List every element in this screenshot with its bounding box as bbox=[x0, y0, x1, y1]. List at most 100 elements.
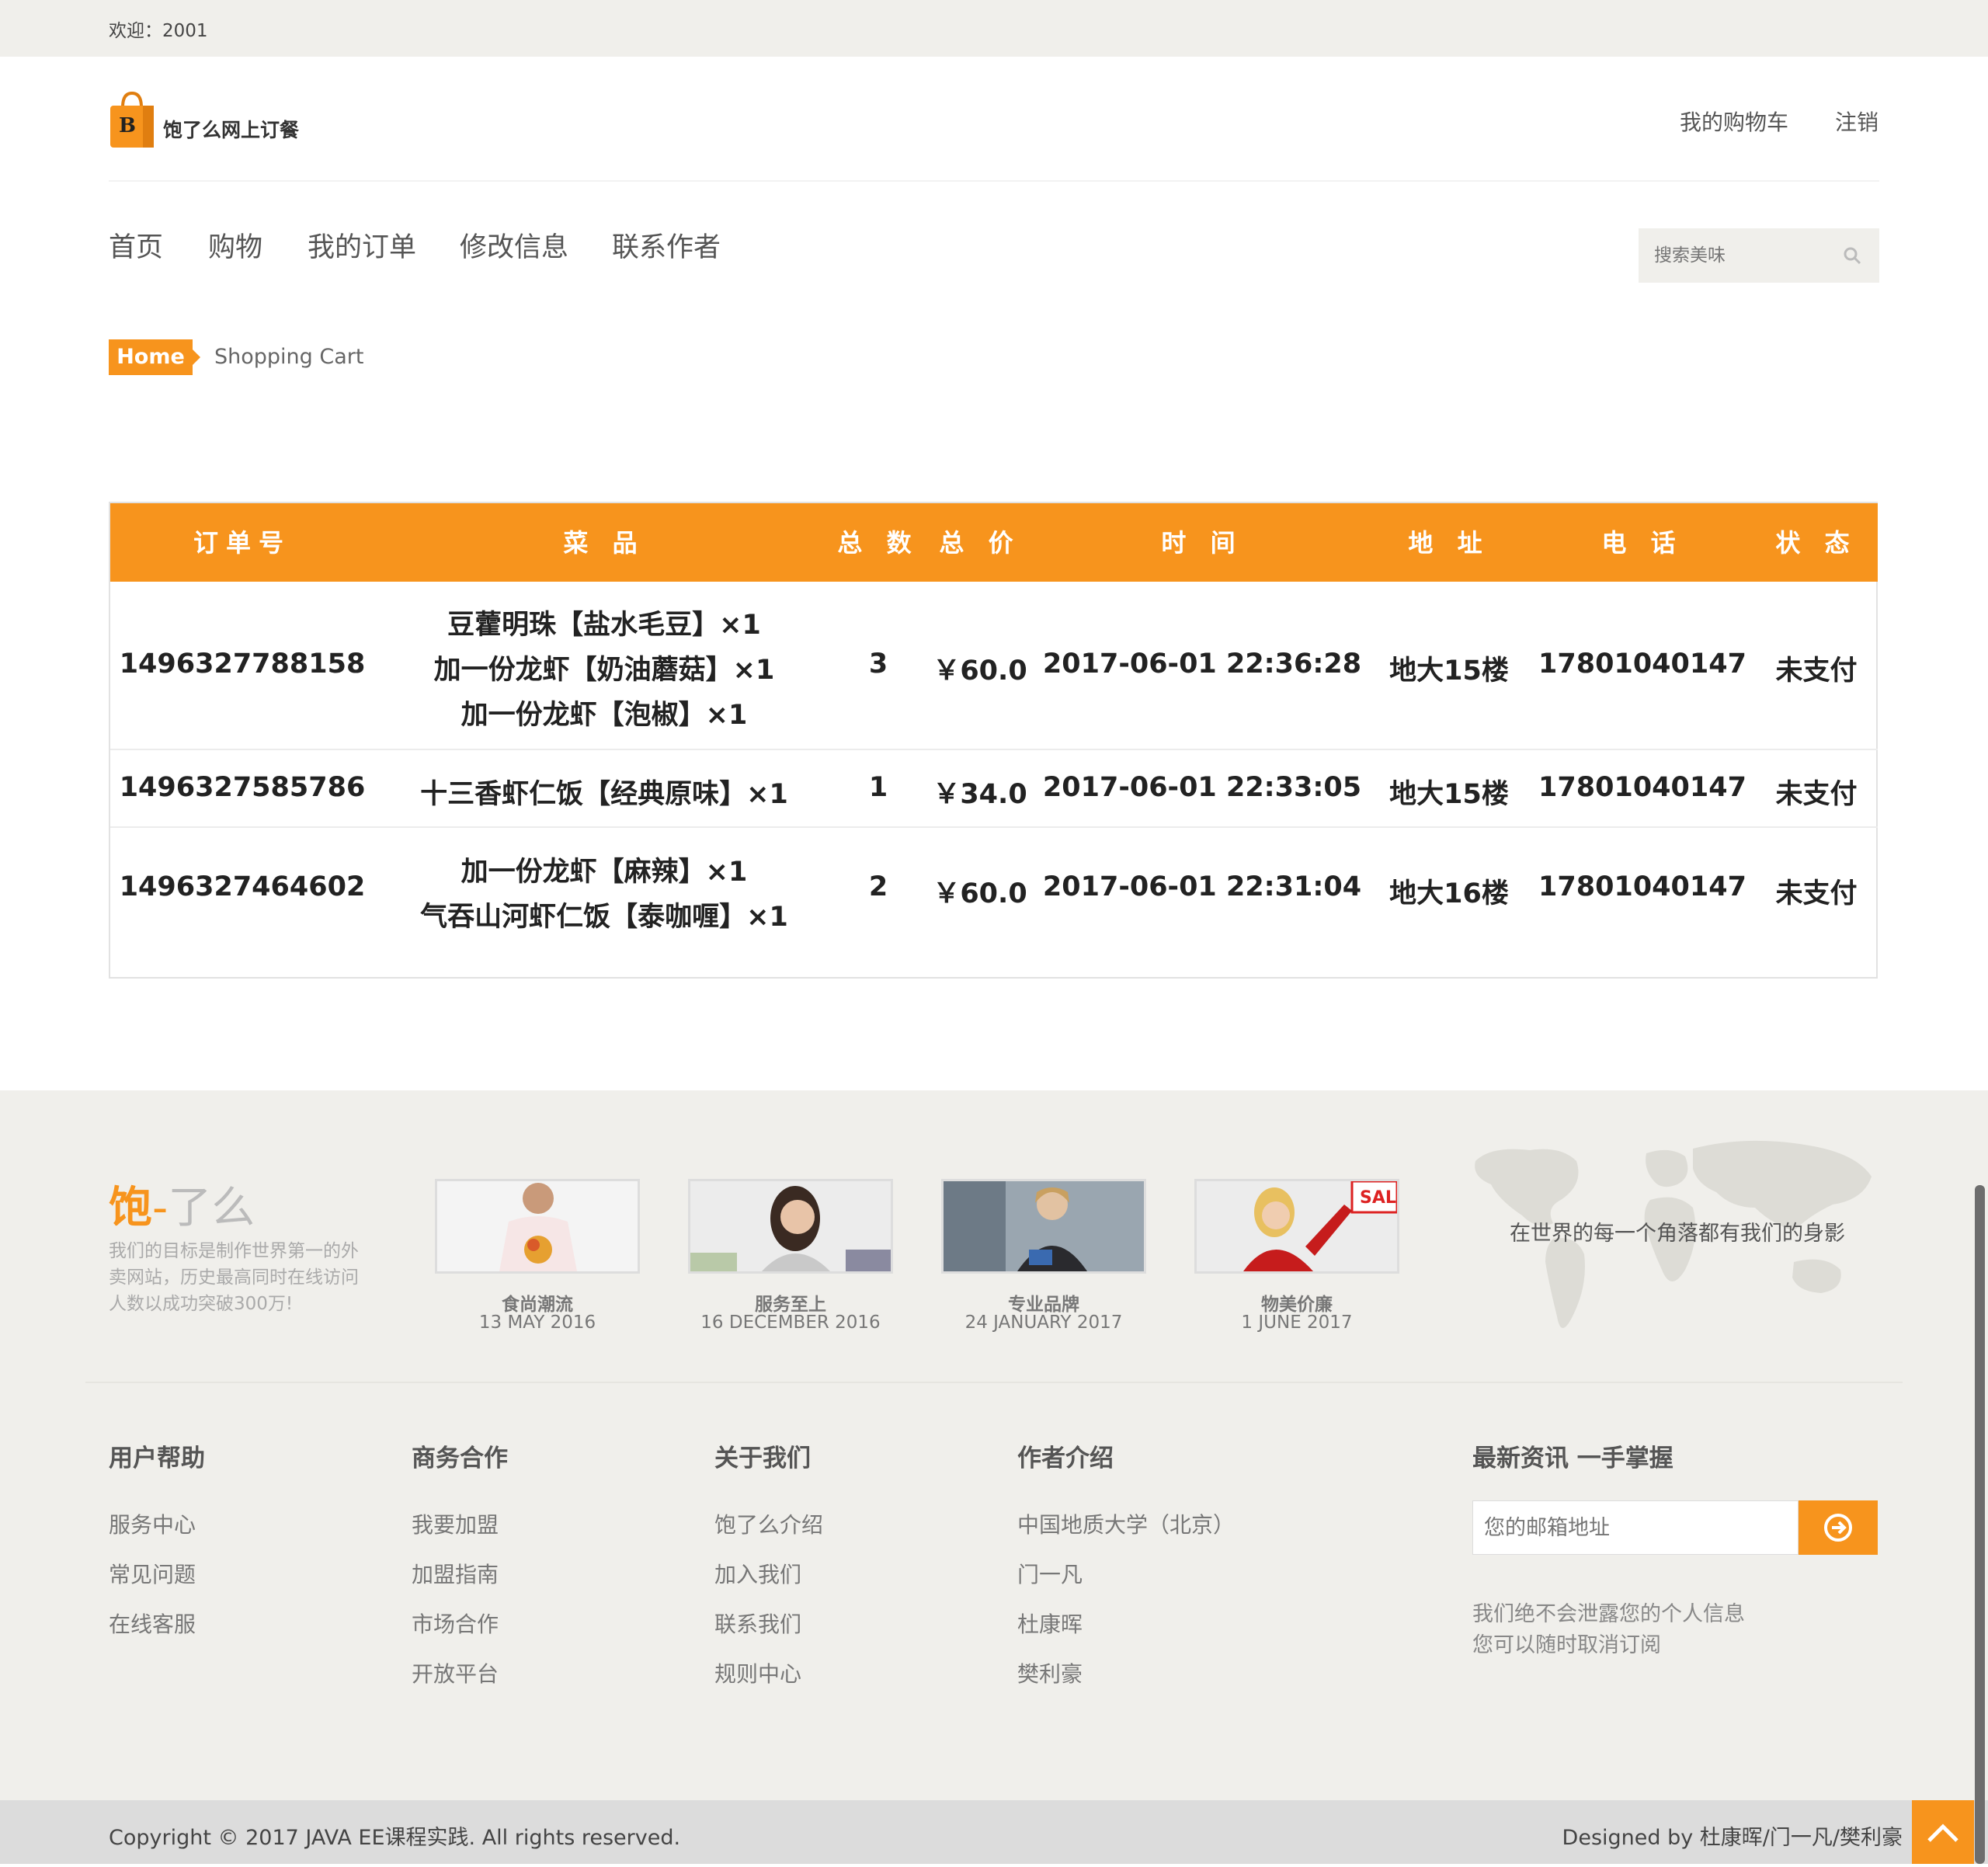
designed-by-text: Designed by 杜康晖/门一凡/樊利豪 bbox=[1562, 1826, 1903, 1850]
nav-contact-author[interactable]: 联系作者 bbox=[612, 225, 721, 265]
copyright-text: Copyright © 2017 JAVA EE课程实践. All rights… bbox=[109, 1826, 681, 1850]
col-title-business: 商务合作 bbox=[412, 1445, 508, 1472]
link-university[interactable]: 中国地质大学（北京） bbox=[1017, 1508, 1235, 1539]
header-address: 地 址 bbox=[1408, 528, 1490, 558]
dish-item: 十三香虾仁饭【经典原味】×1 bbox=[420, 779, 788, 810]
link-service-center[interactable]: 服务中心 bbox=[109, 1508, 196, 1539]
gallery-caption: 食尚潮流 bbox=[502, 1295, 573, 1315]
privacy-note-line-2: 您可以随时取消订阅 bbox=[1472, 1633, 1661, 1657]
arrow-circle-icon bbox=[1824, 1514, 1852, 1542]
dish-item: 加一份龙虾【麻辣】×1 bbox=[461, 857, 748, 888]
scrollbar-thumb[interactable] bbox=[1975, 1185, 1985, 1864]
dish-item: 加一份龙虾【泡椒】×1 bbox=[461, 700, 748, 731]
gallery-image-service[interactable] bbox=[688, 1179, 893, 1274]
link-about-intro[interactable]: 饱了么介绍 bbox=[714, 1508, 823, 1539]
header-status: 状 态 bbox=[1775, 528, 1858, 558]
order-phone: 17801040147 bbox=[1538, 772, 1746, 803]
order-status: 未支付 bbox=[1775, 878, 1858, 909]
row-divider bbox=[110, 749, 1878, 750]
breadcrumb-home[interactable]: Home bbox=[109, 339, 193, 375]
welcome-text: 欢迎：2001 bbox=[109, 21, 208, 41]
breadcrumb-arrow bbox=[193, 349, 200, 365]
gallery-caption: 物美价廉 bbox=[1261, 1295, 1333, 1315]
brand-bao: 饱 bbox=[109, 1183, 152, 1233]
col-title-authors: 作者介绍 bbox=[1017, 1445, 1114, 1472]
link-join-guide[interactable]: 加盟指南 bbox=[412, 1558, 499, 1589]
brand-dash: - bbox=[152, 1183, 169, 1233]
order-time: 2017-06-01 22:31:04 bbox=[1042, 871, 1362, 902]
footer-divider bbox=[85, 1382, 1903, 1383]
brand-rest: 了么 bbox=[168, 1183, 255, 1233]
world-map-caption: 在世界的每一个角落都有我们的身影 bbox=[1510, 1222, 1845, 1246]
newsletter-title: 最新资讯 一手掌握 bbox=[1472, 1445, 1673, 1472]
gallery-image-fashion[interactable] bbox=[435, 1179, 640, 1274]
logo-text[interactable]: 饱了么网上订餐 bbox=[163, 115, 299, 143]
order-id: 1496327464602 bbox=[119, 871, 366, 902]
order-price: ￥60.0 bbox=[933, 878, 1027, 909]
order-status: 未支付 bbox=[1775, 779, 1858, 810]
logo-letter: B bbox=[119, 114, 136, 137]
gallery-date: 16 DECEMBER 2016 bbox=[700, 1312, 881, 1333]
link-join-us[interactable]: 加入我们 bbox=[714, 1558, 801, 1589]
my-cart-link[interactable]: 我的购物车 bbox=[1680, 106, 1788, 137]
order-id: 1496327788158 bbox=[119, 648, 366, 680]
row-divider bbox=[110, 826, 1878, 828]
gallery-image-value[interactable]: SAL bbox=[1194, 1179, 1399, 1274]
privacy-note-line-1: 我们绝不会泄露您的个人信息 bbox=[1472, 1602, 1745, 1626]
search-input[interactable] bbox=[1639, 228, 1840, 283]
nav-home[interactable]: 首页 bbox=[109, 225, 163, 265]
top-bar bbox=[0, 0, 1988, 57]
link-rules-center[interactable]: 规则中心 bbox=[714, 1657, 801, 1688]
header-divider bbox=[109, 180, 1879, 182]
shopping-bag-logo-icon[interactable]: B bbox=[109, 90, 155, 149]
header-dishes: 菜 品 bbox=[563, 528, 645, 558]
link-contact-us[interactable]: 联系我们 bbox=[714, 1608, 801, 1639]
link-author-2[interactable]: 杜康晖 bbox=[1017, 1608, 1083, 1639]
sale-sign-text: SAL bbox=[1360, 1188, 1396, 1208]
gallery-image-brand[interactable] bbox=[941, 1179, 1146, 1274]
search-icon[interactable] bbox=[1842, 245, 1862, 266]
col-title-user-help: 用户帮助 bbox=[109, 1445, 205, 1472]
link-author-1[interactable]: 门一凡 bbox=[1017, 1558, 1083, 1589]
link-author-3[interactable]: 樊利豪 bbox=[1017, 1657, 1083, 1688]
order-address: 地大16楼 bbox=[1389, 878, 1509, 909]
nav-edit-info[interactable]: 修改信息 bbox=[460, 225, 568, 265]
link-market-cooperation[interactable]: 市场合作 bbox=[412, 1608, 499, 1639]
order-phone: 17801040147 bbox=[1538, 648, 1746, 680]
col-title-about: 关于我们 bbox=[714, 1445, 811, 1472]
gallery-date: 24 JANUARY 2017 bbox=[964, 1312, 1123, 1333]
gallery-date: 1 JUNE 2017 bbox=[1241, 1312, 1353, 1333]
chevron-up-icon bbox=[1927, 1824, 1958, 1842]
order-time: 2017-06-01 22:33:05 bbox=[1042, 772, 1362, 803]
header-count: 总 数 bbox=[837, 528, 919, 558]
order-count: 2 bbox=[868, 871, 888, 902]
link-online-support[interactable]: 在线客服 bbox=[109, 1608, 196, 1639]
dish-item: 豆藿明珠【盐水毛豆】×1 bbox=[447, 610, 761, 641]
header-order-id: 订单号 bbox=[193, 528, 292, 558]
order-status: 未支付 bbox=[1775, 655, 1858, 687]
footer-brand-description: 我们的目标是制作世界第一的外卖网站，历史最高同时在线访问人数以成功突破300万! bbox=[109, 1241, 359, 1314]
order-count: 3 bbox=[868, 648, 888, 680]
back-to-top-button[interactable] bbox=[1912, 1800, 1974, 1864]
order-count: 1 bbox=[868, 772, 888, 803]
order-address: 地大15楼 bbox=[1389, 655, 1509, 687]
order-price: ￥34.0 bbox=[933, 779, 1027, 810]
order-id: 1496327585786 bbox=[119, 772, 366, 803]
link-faq[interactable]: 常见问题 bbox=[109, 1558, 196, 1589]
nav-my-orders[interactable]: 我的订单 bbox=[308, 225, 416, 265]
nav-shopping[interactable]: 购物 bbox=[208, 225, 262, 265]
breadcrumb-current: Shopping Cart bbox=[214, 345, 364, 369]
subscribe-button[interactable] bbox=[1799, 1500, 1878, 1555]
order-address: 地大15楼 bbox=[1389, 779, 1509, 810]
footer-brand-title: 饱-了么 bbox=[109, 1173, 255, 1236]
order-price: ￥60.0 bbox=[933, 655, 1027, 687]
order-time: 2017-06-01 22:36:28 bbox=[1042, 648, 1362, 680]
gallery-caption: 专业品牌 bbox=[1008, 1295, 1079, 1315]
order-phone: 17801040147 bbox=[1538, 871, 1746, 902]
link-open-platform[interactable]: 开放平台 bbox=[412, 1657, 499, 1688]
gallery-caption: 服务至上 bbox=[755, 1295, 826, 1315]
link-join[interactable]: 我要加盟 bbox=[412, 1508, 499, 1539]
logout-link[interactable]: 注销 bbox=[1835, 106, 1879, 137]
search-box bbox=[1639, 228, 1879, 283]
email-input[interactable] bbox=[1472, 1500, 1799, 1555]
